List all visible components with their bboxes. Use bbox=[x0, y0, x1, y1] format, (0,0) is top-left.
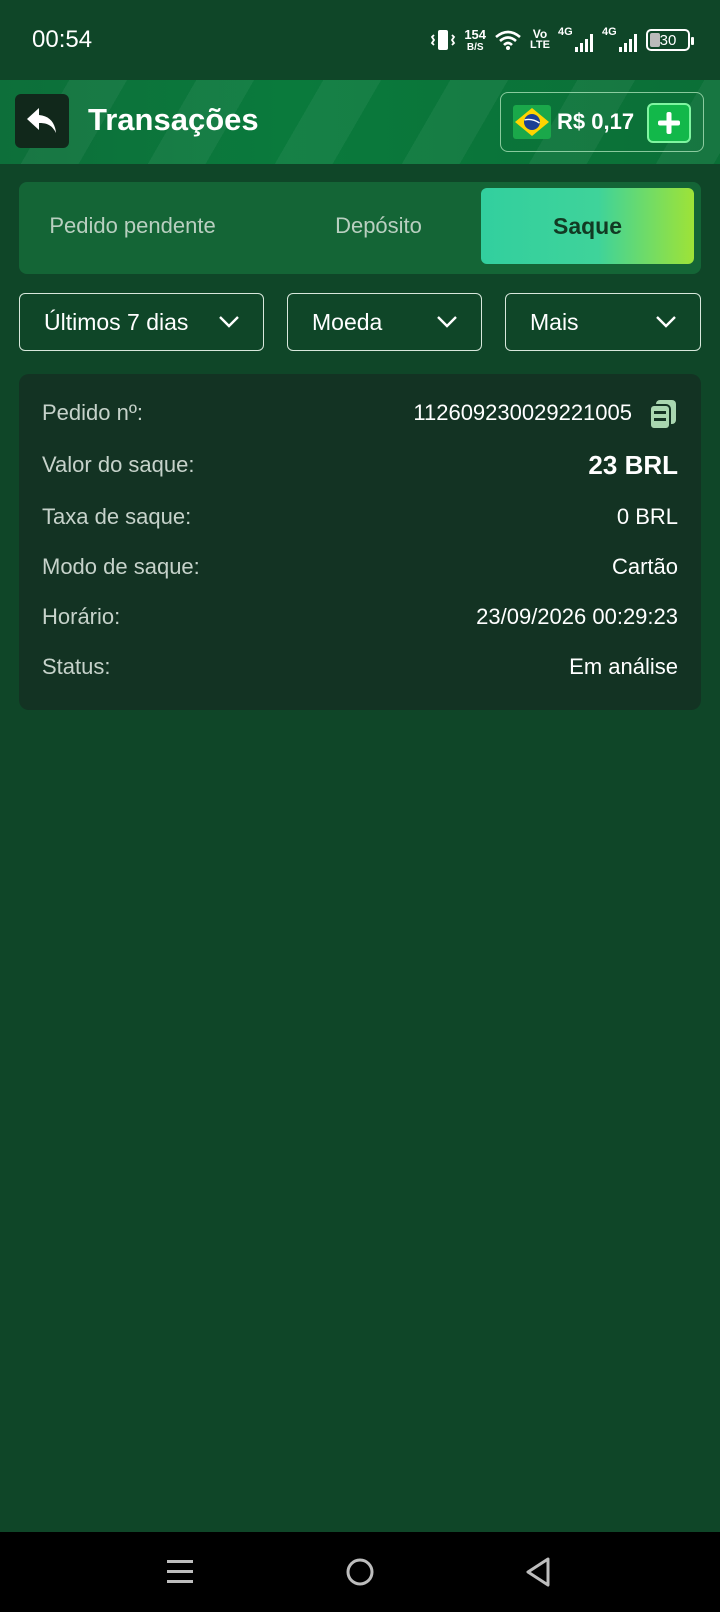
status-value: Em análise bbox=[569, 654, 678, 679]
transaction-tabs: Pedido pendente Depósito Saque bbox=[19, 182, 701, 274]
time-row: Horário: 23/09/2026 00:29:23 bbox=[42, 604, 678, 636]
tab-withdraw[interactable]: Saque bbox=[481, 188, 694, 264]
amount-row: Valor do saque: 23 BRL bbox=[42, 450, 678, 484]
signal-icon bbox=[575, 34, 593, 52]
net-speed-unit: B/S bbox=[466, 41, 484, 53]
app-header: Transações R$ 0,17 bbox=[0, 80, 720, 164]
wifi-icon bbox=[495, 30, 521, 50]
more-filter[interactable]: Mais bbox=[505, 293, 701, 351]
system-nav-bar bbox=[0, 1532, 720, 1612]
status-bar: 00:54 154 B/S Vo LTE 4G 4G 30 bbox=[0, 0, 720, 80]
order-label: Pedido nº: bbox=[42, 400, 143, 425]
chevron-down-icon bbox=[656, 316, 676, 328]
mode-label: Modo de saque: bbox=[42, 554, 200, 579]
back-triangle-icon[interactable] bbox=[519, 1552, 559, 1592]
volte-indicator: Vo LTE bbox=[530, 28, 550, 51]
signal-2-label: 4G bbox=[602, 26, 617, 38]
copy-icon[interactable] bbox=[648, 398, 678, 430]
currency-filter-label: Moeda bbox=[312, 309, 383, 335]
period-filter[interactable]: Últimos 7 dias bbox=[19, 293, 264, 351]
battery-level: 30 bbox=[659, 31, 677, 49]
mode-value: Cartão bbox=[611, 554, 678, 579]
back-arrow-icon bbox=[27, 108, 56, 133]
fee-row: Taxa de saque: 0 BRL bbox=[42, 504, 678, 536]
mode-row: Modo de saque: Cartão bbox=[42, 554, 678, 586]
fee-label: Taxa de saque: bbox=[42, 504, 192, 529]
status-icons: 154 B/S Vo LTE 4G 4G 30 bbox=[430, 22, 694, 58]
period-filter-label: Últimos 7 dias bbox=[44, 309, 189, 335]
page-title: Transações bbox=[88, 102, 259, 137]
add-funds-button[interactable] bbox=[647, 103, 691, 143]
tab-pending-order[interactable]: Pedido pendente bbox=[19, 188, 246, 264]
plus-icon bbox=[658, 112, 680, 134]
home-circle-icon[interactable] bbox=[340, 1552, 380, 1592]
battery-icon: 30 bbox=[646, 29, 694, 51]
signal-2: 4G bbox=[602, 27, 638, 53]
more-filter-label: Mais bbox=[530, 309, 579, 335]
net-speed: 154 B/S bbox=[464, 26, 487, 53]
status-time: 00:54 bbox=[32, 26, 93, 53]
amount-label: Valor do saque: bbox=[42, 452, 195, 477]
signal-1: 4G bbox=[558, 27, 594, 53]
chevron-down-icon bbox=[219, 316, 239, 328]
balance-widget[interactable]: R$ 0,17 bbox=[500, 92, 704, 152]
currency-filter[interactable]: Moeda bbox=[287, 293, 482, 351]
transaction-card: Pedido nº: 112609230029221005 Valor do s… bbox=[19, 374, 701, 710]
menu-icon[interactable] bbox=[160, 1552, 200, 1592]
back-button[interactable] bbox=[15, 94, 69, 148]
status-label: Status: bbox=[42, 654, 111, 679]
signal-1-label: 4G bbox=[558, 26, 573, 38]
volte-bottom: LTE bbox=[530, 39, 550, 51]
chevron-down-icon bbox=[437, 316, 457, 328]
status-row: Status: Em análise bbox=[42, 654, 678, 686]
brazil-flag-icon bbox=[513, 105, 551, 139]
amount-value: 23 BRL bbox=[588, 450, 678, 480]
signal-icon bbox=[619, 34, 637, 52]
time-value: 23/09/2026 00:29:23 bbox=[476, 604, 678, 629]
time-label: Horário: bbox=[42, 604, 121, 629]
screen: 00:54 154 B/S Vo LTE 4G 4G 30 Transações… bbox=[0, 0, 720, 1612]
order-row: Pedido nº: 112609230029221005 bbox=[42, 400, 678, 432]
net-speed-value: 154 bbox=[464, 26, 487, 42]
fee-value: 0 BRL bbox=[616, 504, 678, 529]
vibrate-icon bbox=[431, 30, 456, 50]
order-number: 112609230029221005 bbox=[413, 400, 632, 425]
balance-amount: R$ 0,17 bbox=[557, 109, 635, 134]
tab-deposit[interactable]: Depósito bbox=[265, 188, 492, 264]
